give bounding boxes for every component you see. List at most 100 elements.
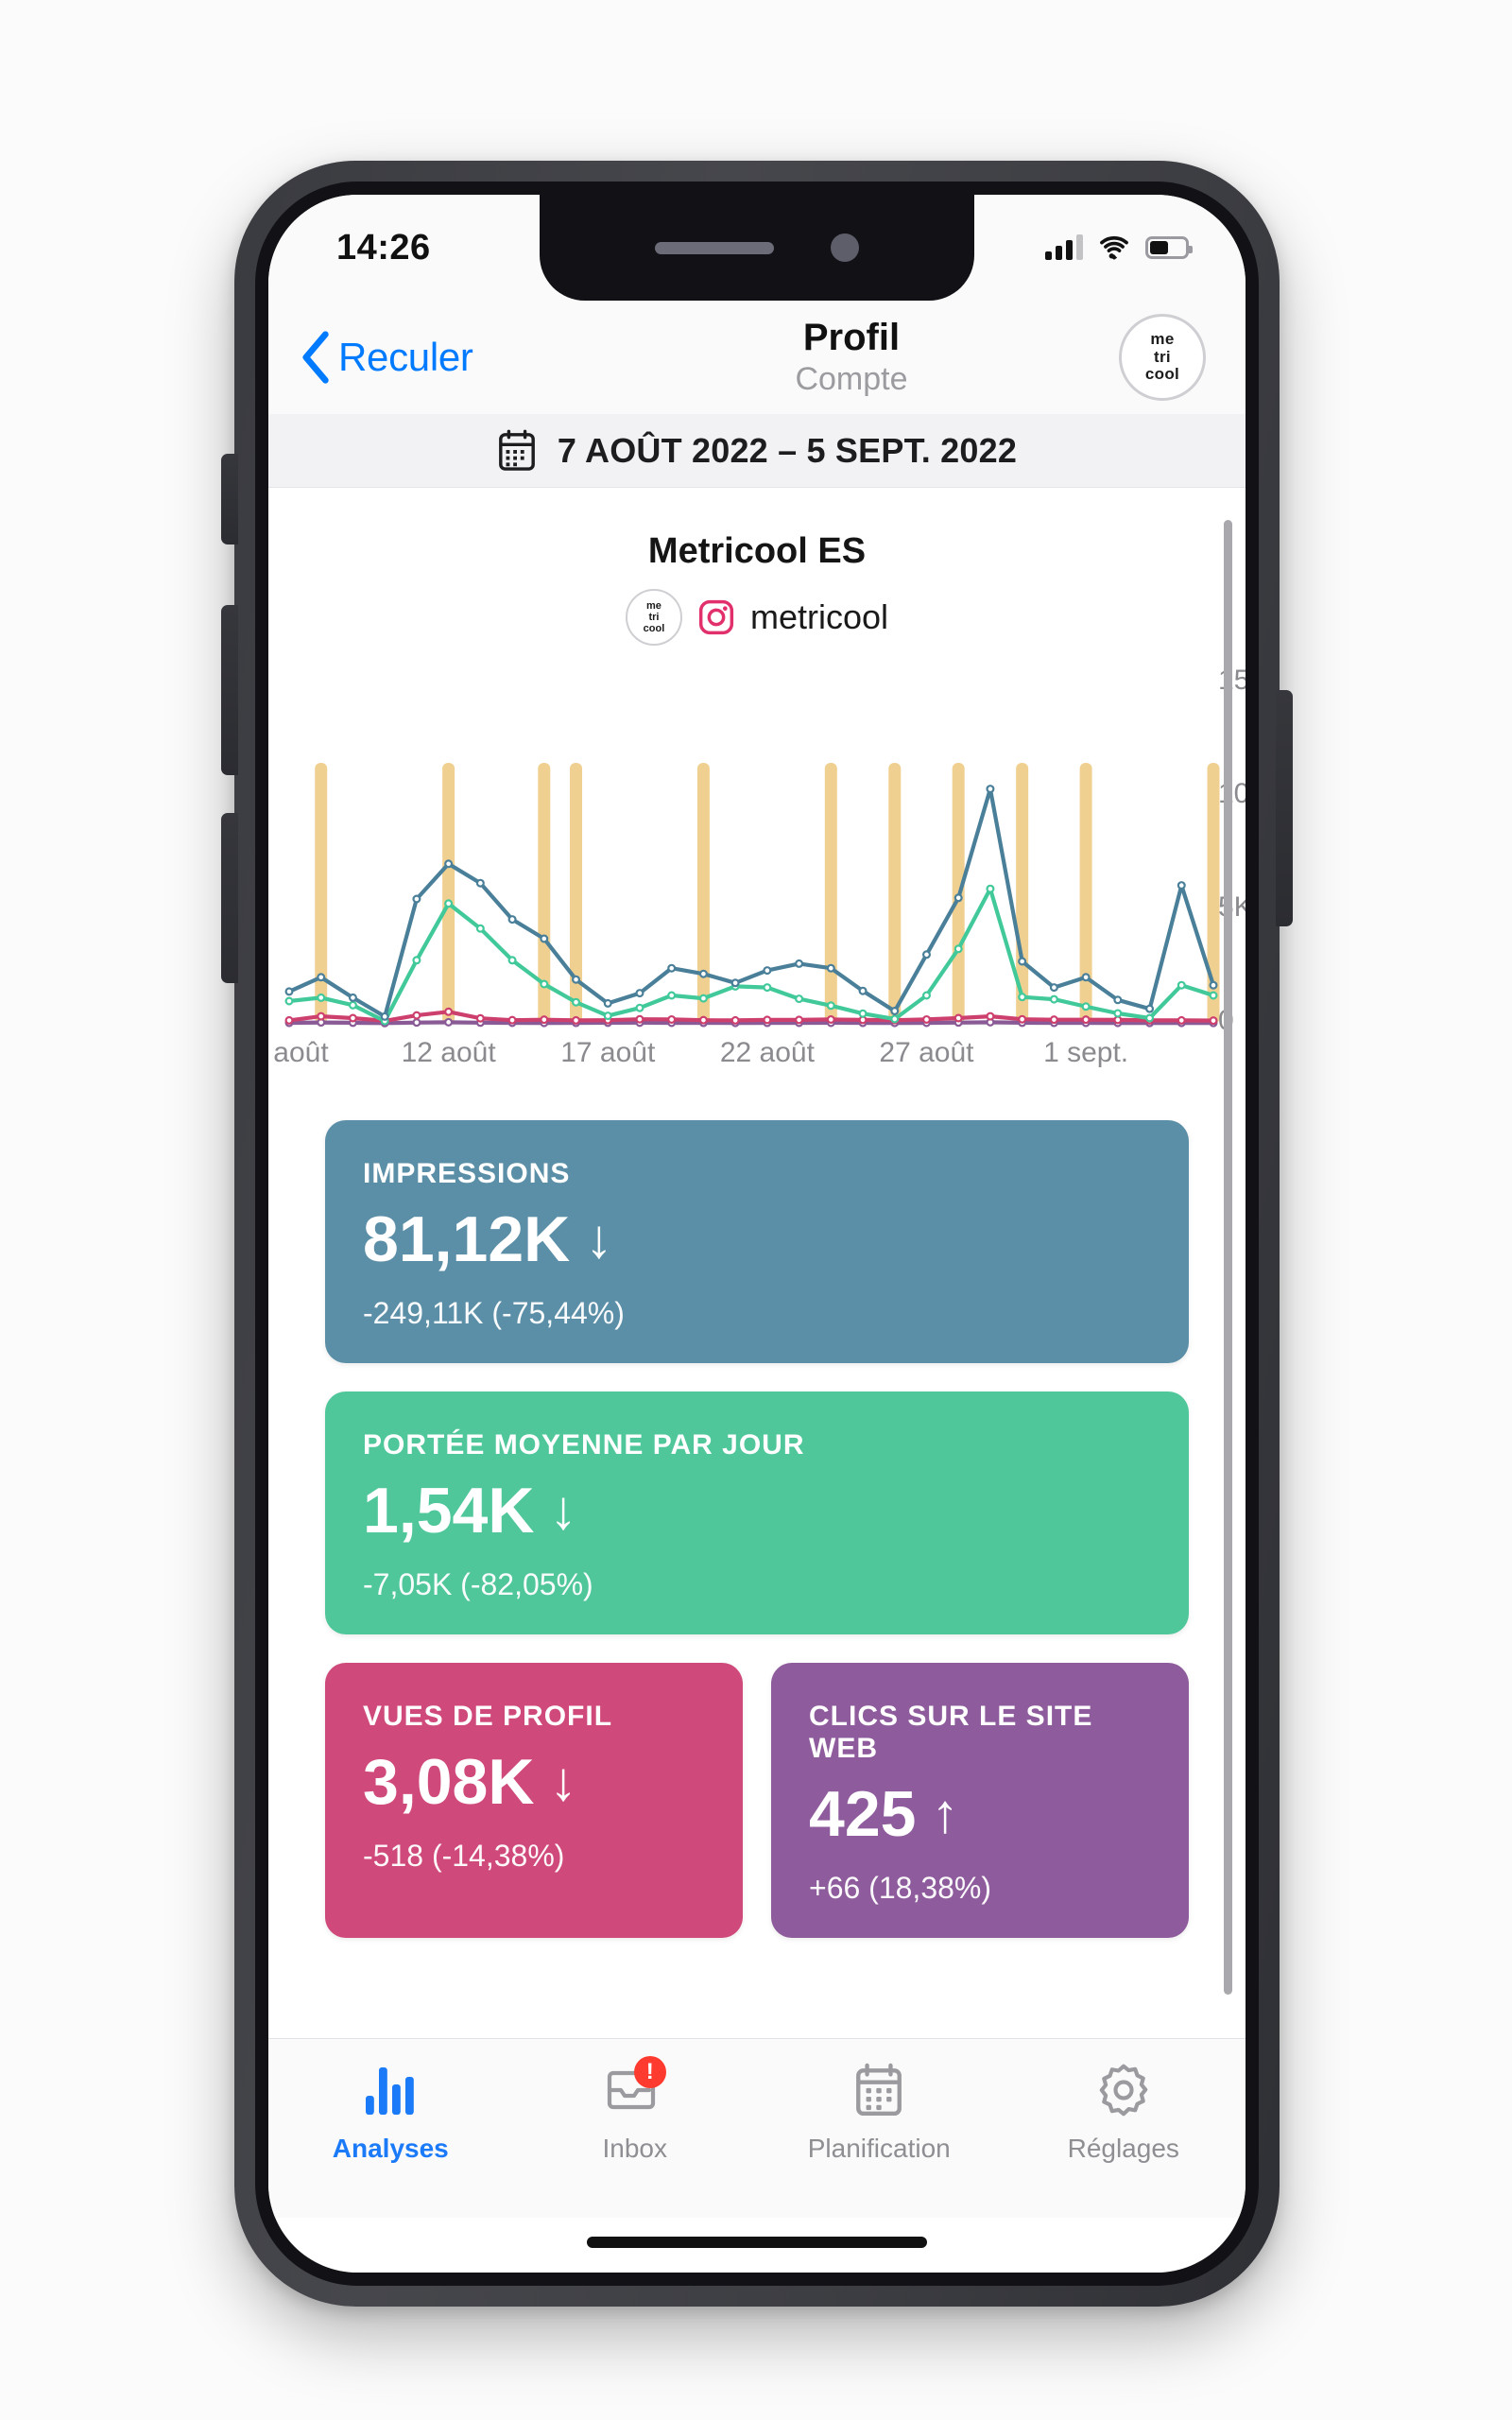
chart-point [1049,994,1058,1004]
chart-line-1 [286,887,1216,1024]
cellular-signal-icon [1045,234,1083,260]
chart-point [572,975,581,984]
trend-arrow-icon: ↓ [549,1479,577,1541]
chart-point [572,1015,581,1025]
analytics-chart[interactable]: 05K10K15K 7 août12 août17 août22 août27 … [268,665,1246,1101]
brand-logo-avatar[interactable]: me tri cool [1119,314,1206,401]
chart-point [730,978,740,988]
chart-title: Metricool ES [647,531,867,571]
tab-label: Planification [807,2134,951,2163]
chart-point [698,994,708,1003]
scroll-content: Metricool ES me tri cool metricool août … [268,488,1246,2038]
wifi-icon [1100,235,1128,260]
chart-point [1081,973,1091,982]
chart-point [348,993,357,1002]
back-button[interactable]: Reculer [301,331,584,384]
chart-point [635,989,644,998]
chart-point [795,994,804,1004]
chart-point [698,1015,708,1025]
metric-card-delta: -7,05K (-82,05%) [363,1567,593,1601]
chart-point [412,1011,421,1020]
chart-point [921,950,931,959]
chart-point [1018,993,1027,1002]
status-icons [1045,234,1193,260]
chart-point [986,884,995,893]
chart-point [412,894,421,904]
chart-point [380,1011,389,1021]
x-axis-tick-label: 12 août [401,1037,496,1068]
battery-icon [1145,236,1193,259]
chart-series-lines [284,785,1218,1028]
chart-point [1177,881,1186,890]
chart-point [667,991,677,1000]
volume-down-button[interactable] [221,813,238,983]
chart-point [444,899,454,908]
chart-point [572,997,581,1007]
metric-card-value-row: 81,12K ↓ [363,1207,1151,1271]
chart-point [698,969,708,978]
tab-planification[interactable]: Planification [757,2060,1002,2164]
chart-point [890,1014,900,1024]
metric-card-profile-views[interactable]: VUES DE PROFIL 3,08K ↓ -518 (-14,38%) [325,1663,743,1938]
date-range-selector[interactable]: 7 AOÛT 2022 – 5 SEPT. 2022 [268,414,1246,488]
chart-point [954,944,963,954]
calendar-icon [499,429,535,471]
post-marker-bar [315,763,328,1024]
chart-point [667,1014,677,1024]
chart-point [475,1013,485,1023]
chart-point [635,1014,644,1024]
inbox-icon: ! [606,2056,666,2120]
chart-point [540,1015,549,1025]
power-button[interactable] [1276,690,1293,926]
metric-card-average-daily-reach[interactable]: PORTÉE MOYENNE PAR JOUR 1,54K ↓ -7,05K (… [325,1392,1189,1634]
chart-point [1113,1009,1123,1018]
metric-card-value-row: 425 ↑ [809,1782,1151,1846]
tab-label: Réglages [1067,2134,1179,2163]
chart-point [317,1011,326,1021]
volume-up-button[interactable] [221,605,238,775]
brand-logo-line-2: tri [1154,347,1171,366]
chart-point [348,1013,357,1023]
trend-arrow-icon: ↓ [585,1208,613,1270]
chart-point [986,1011,995,1021]
chart-point [284,987,294,996]
chart-line-2 [286,1010,1216,1023]
chart-point [858,1009,868,1018]
chart-point [284,996,294,1006]
chart-point [507,956,517,965]
metric-card-value-row: 3,08K ↓ [363,1750,705,1814]
page-subtitle: Compte [795,360,908,397]
scrollbar-thumb[interactable] [1224,520,1232,1995]
trend-arrow-icon: ↑ [931,1783,959,1844]
chart-line-3 [286,1020,1216,1026]
chart-point [795,1015,804,1025]
front-camera-icon [831,233,859,262]
chart-line-0 [286,786,1216,1019]
tab-label: Inbox [602,2134,668,2163]
tab-reglages[interactable]: Réglages [1002,2060,1246,2164]
bottom-tab-bar: Analyses ! Inbox Planification Réglages [268,2038,1246,2218]
account-avatar: me tri cool [625,589,682,646]
mute-switch-button[interactable] [221,454,238,544]
metric-card-value: 1,54K [363,1475,535,1547]
chart-point [284,1015,294,1025]
scrollbar-track[interactable] [1224,501,1239,2025]
nav-title-block: Profil Compte [584,318,1119,398]
status-time: 14:26 [336,227,431,268]
chart-point [475,878,485,888]
metric-card-delta: -249,11K (-75,44%) [363,1296,625,1330]
chart-point [1049,1015,1058,1025]
chart-point [507,915,517,925]
chart-point [475,924,485,933]
tab-analyses[interactable]: Analyses [268,2060,513,2164]
chart-point [890,1007,900,1016]
metric-card-website-clicks[interactable]: CLICS SUR LE SITE WEB 425 ↑ +66 (18,38%) [771,1663,1189,1938]
tab-inbox[interactable]: ! Inbox [513,2056,758,2164]
metric-card-impressions[interactable]: IMPRESSIONS 81,12K ↓ -249,11K (-75,44%) [325,1120,1189,1363]
account-avatar-line-2: tri [648,611,660,623]
home-indicator[interactable] [587,2237,927,2248]
chart-point [1113,995,1123,1005]
metric-card-value: 81,12K [363,1203,571,1275]
metric-card-title: VUES DE PROFIL [363,1701,613,1732]
chart-point [317,973,326,982]
